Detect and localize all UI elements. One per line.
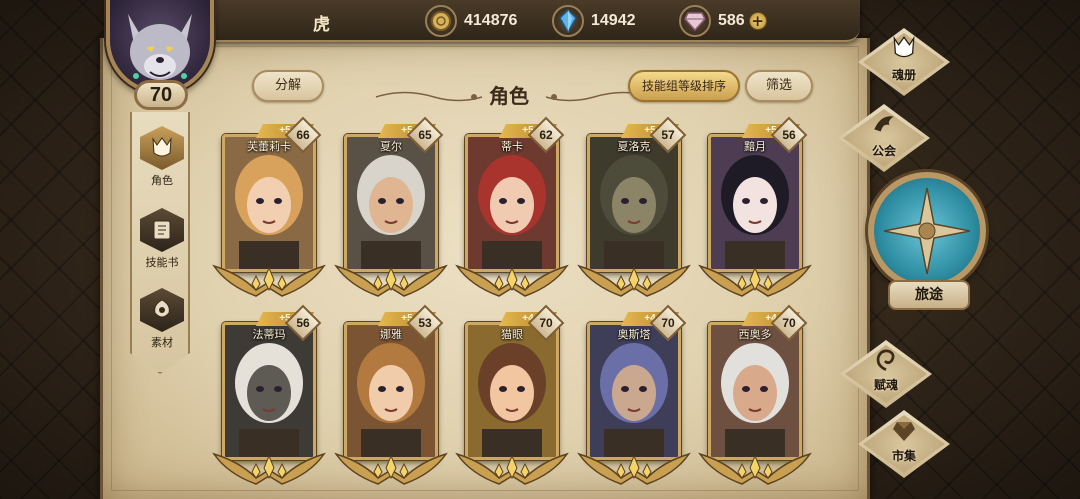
character-name: 蒂卡 xyxy=(501,140,523,153)
character-portrait xyxy=(587,322,681,460)
gold-coin-icon xyxy=(425,5,457,37)
character-card[interactable]: +5 57 夏洛克 xyxy=(577,116,691,300)
character-portrait xyxy=(222,134,316,272)
crystal-resource: 14942 xyxy=(552,5,636,37)
gold-amount: 414876 xyxy=(464,12,518,29)
nav-journey-label: 旅途 xyxy=(888,280,970,310)
sidebar: 角色 技能书 素材 xyxy=(130,112,190,374)
character-card[interactable]: +5 53 娜雅 xyxy=(334,304,448,488)
character-portrait xyxy=(708,134,802,272)
winged-crest-icon xyxy=(212,264,326,297)
gem-resource: 586 + xyxy=(679,5,767,37)
gem-amount: 586 xyxy=(718,12,745,29)
gold-resource: 414876 xyxy=(425,5,517,37)
winged-crest-icon xyxy=(334,264,448,297)
character-name: 猫眼 xyxy=(501,328,523,341)
character-art-icon xyxy=(225,325,313,457)
add-gem-button[interactable]: + xyxy=(748,12,767,30)
gem-market-icon xyxy=(858,418,950,450)
winged-crest-icon xyxy=(455,264,569,297)
wolf-portrait-icon xyxy=(128,14,192,80)
sidebar-item-skillbook[interactable]: 技能书 xyxy=(132,208,190,270)
winged-crest-icon xyxy=(455,452,569,485)
title-ornament-left xyxy=(375,91,483,102)
journey-emblem xyxy=(868,172,986,290)
compass-emblem-icon xyxy=(883,187,971,275)
winged-crest-icon xyxy=(334,452,448,485)
character-portrait xyxy=(222,322,316,460)
character-portrait xyxy=(465,322,559,460)
character-art-icon xyxy=(468,325,556,457)
character-art-icon xyxy=(711,137,799,269)
character-art-icon xyxy=(347,325,435,457)
sort-by-skill-level-button[interactable]: 技能组等级排序 xyxy=(628,70,740,102)
page-title: 角色 xyxy=(489,84,529,108)
character-art-icon xyxy=(468,137,556,269)
character-name: 夏尔 xyxy=(380,140,402,153)
material-icon xyxy=(140,288,184,332)
nav-guild-label: 公会 xyxy=(871,144,896,158)
winged-crest-icon xyxy=(698,264,812,297)
character-card[interactable]: +5 56 法蒂玛 xyxy=(212,304,326,488)
character-portrait xyxy=(587,134,681,272)
character-portrait xyxy=(344,322,438,460)
pink-gem-icon xyxy=(679,5,711,37)
character-card[interactable]: +5 65 夏尔 xyxy=(334,116,448,300)
sidebar-item-character[interactable]: 角色 xyxy=(132,126,190,188)
character-name: 娜雅 xyxy=(380,328,402,341)
decompose-button[interactable]: 分解 xyxy=(252,70,324,102)
winged-crest-icon xyxy=(577,264,691,297)
nav-journey-button[interactable]: 旅途 xyxy=(866,170,990,316)
nav-market-label: 市集 xyxy=(891,449,916,463)
winged-crest-icon xyxy=(577,452,691,485)
player-name: 虎 xyxy=(313,15,330,35)
crystal-amount: 14942 xyxy=(591,12,636,29)
sidebar-item-material[interactable]: 素材 xyxy=(132,288,190,350)
character-art-icon xyxy=(590,137,678,269)
character-art-icon xyxy=(347,137,435,269)
helmet-icon xyxy=(140,126,184,170)
character-card[interactable]: +4 70 猫眼 xyxy=(455,304,569,488)
character-name: 芙蕾莉卡 xyxy=(247,140,291,153)
character-name: 奥斯塔 xyxy=(617,328,651,341)
character-card[interactable]: +5 56 黯月 xyxy=(698,116,812,300)
book-icon xyxy=(140,208,184,252)
character-card[interactable]: +4 70 奥斯塔 xyxy=(577,304,691,488)
character-name: 夏洛克 xyxy=(617,140,651,153)
sidebar-item-label: 技能书 xyxy=(145,256,179,269)
player-avatar[interactable]: 70 xyxy=(104,0,216,112)
winged-crest-icon xyxy=(698,452,812,485)
helmet-icon xyxy=(858,34,950,68)
character-art-icon xyxy=(225,137,313,269)
blue-crystal-icon xyxy=(552,5,584,37)
sidebar-item-label: 素材 xyxy=(151,336,173,349)
character-name: 法蒂玛 xyxy=(252,328,286,341)
sidebar-item-label: 角色 xyxy=(151,174,173,187)
character-card[interactable]: +5 66 芙蕾莉卡 xyxy=(212,116,326,300)
character-name: 西奥多 xyxy=(738,328,772,341)
character-portrait xyxy=(708,322,802,460)
spiral-icon xyxy=(840,346,932,380)
filter-button[interactable]: 筛选 xyxy=(745,70,813,102)
character-name: 黯月 xyxy=(744,140,766,153)
character-portrait xyxy=(344,134,438,272)
winged-crest-icon xyxy=(212,452,326,485)
character-card[interactable]: +4 70 西奥多 xyxy=(698,304,812,488)
nav-soulbook-label: 魂册 xyxy=(891,68,916,82)
character-art-icon xyxy=(590,325,678,457)
guild-emblem-icon xyxy=(838,110,930,144)
nav-talent-label: 赋魂 xyxy=(873,378,898,392)
character-art-icon xyxy=(711,325,799,457)
character-card[interactable]: +5 62 蒂卡 xyxy=(455,116,569,300)
character-portrait xyxy=(465,134,559,272)
player-level-badge: 70 xyxy=(134,80,188,110)
